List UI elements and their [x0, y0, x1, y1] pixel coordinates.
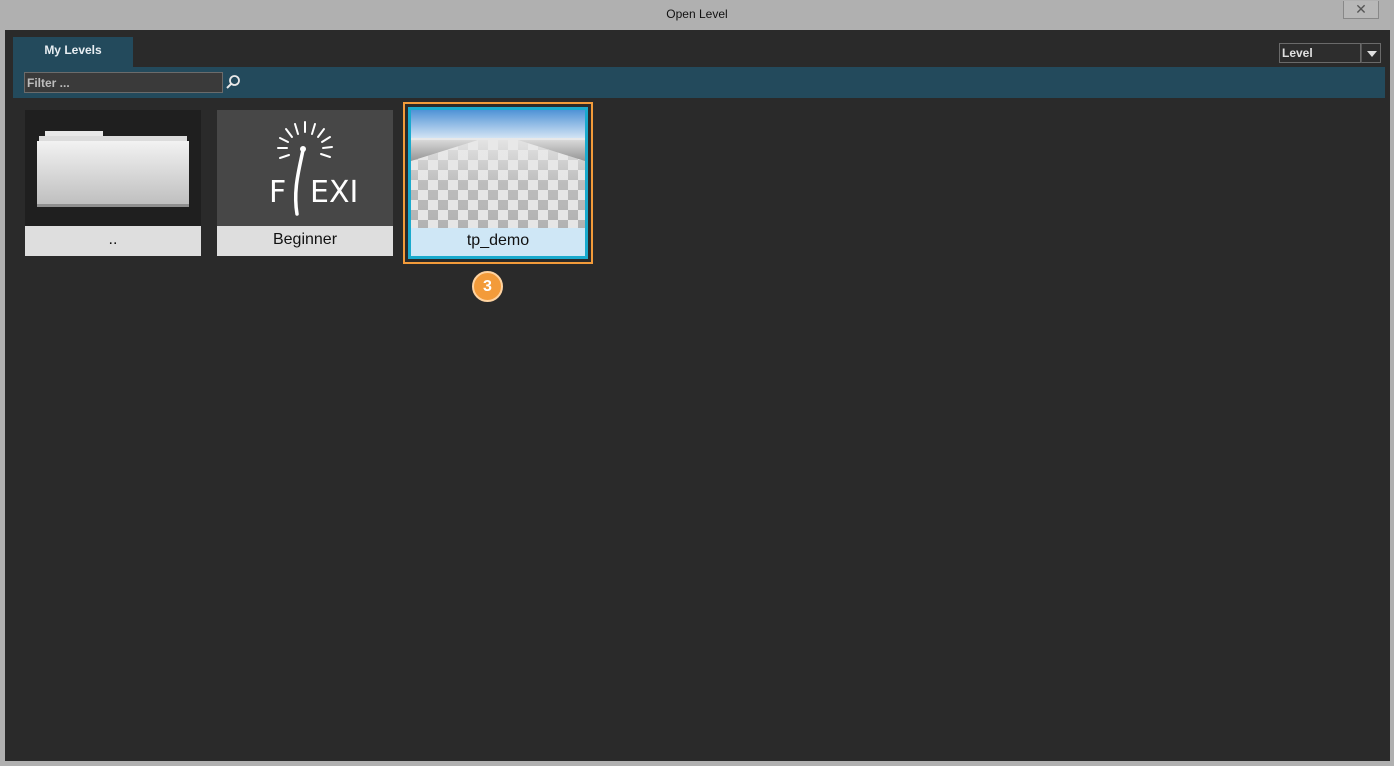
logo-text-f: F — [269, 175, 286, 210]
flexi-logo: F EXI — [217, 110, 393, 226]
level-label: Beginner — [217, 226, 393, 256]
close-icon: ✕ — [1355, 1, 1367, 17]
search-icon[interactable] — [225, 74, 241, 90]
close-button[interactable]: ✕ — [1343, 1, 1379, 19]
tab-my-levels[interactable]: My Levels — [13, 37, 133, 67]
level-label: tp_demo — [411, 228, 585, 256]
level-label: .. — [25, 226, 201, 256]
selection-frame: tp_demo — [408, 107, 588, 259]
checkerboard-preview — [411, 110, 585, 228]
level-tile-beginner[interactable]: F EXI Beginner — [217, 110, 393, 256]
folder-icon — [25, 110, 201, 226]
level-tile-parent[interactable]: .. — [25, 110, 201, 256]
dialog-body: My Levels Level Filter ... .. F EXI Begi… — [5, 30, 1390, 761]
title-bar: Open Level ✕ — [0, 0, 1394, 30]
level-tile-tp-demo[interactable]: tp_demo — [403, 102, 593, 264]
open-level-dialog: Open Level ✕ My Levels Level Filter ... … — [0, 0, 1394, 766]
filter-input[interactable] — [24, 72, 223, 93]
chevron-down-icon[interactable] — [1361, 43, 1381, 63]
level-type-select[interactable]: Level — [1279, 43, 1361, 63]
filter-bar — [13, 67, 1385, 98]
step-badge: 3 — [472, 271, 503, 302]
logo-text-exi: EXI — [310, 175, 358, 210]
window-title: Open Level — [666, 7, 728, 21]
